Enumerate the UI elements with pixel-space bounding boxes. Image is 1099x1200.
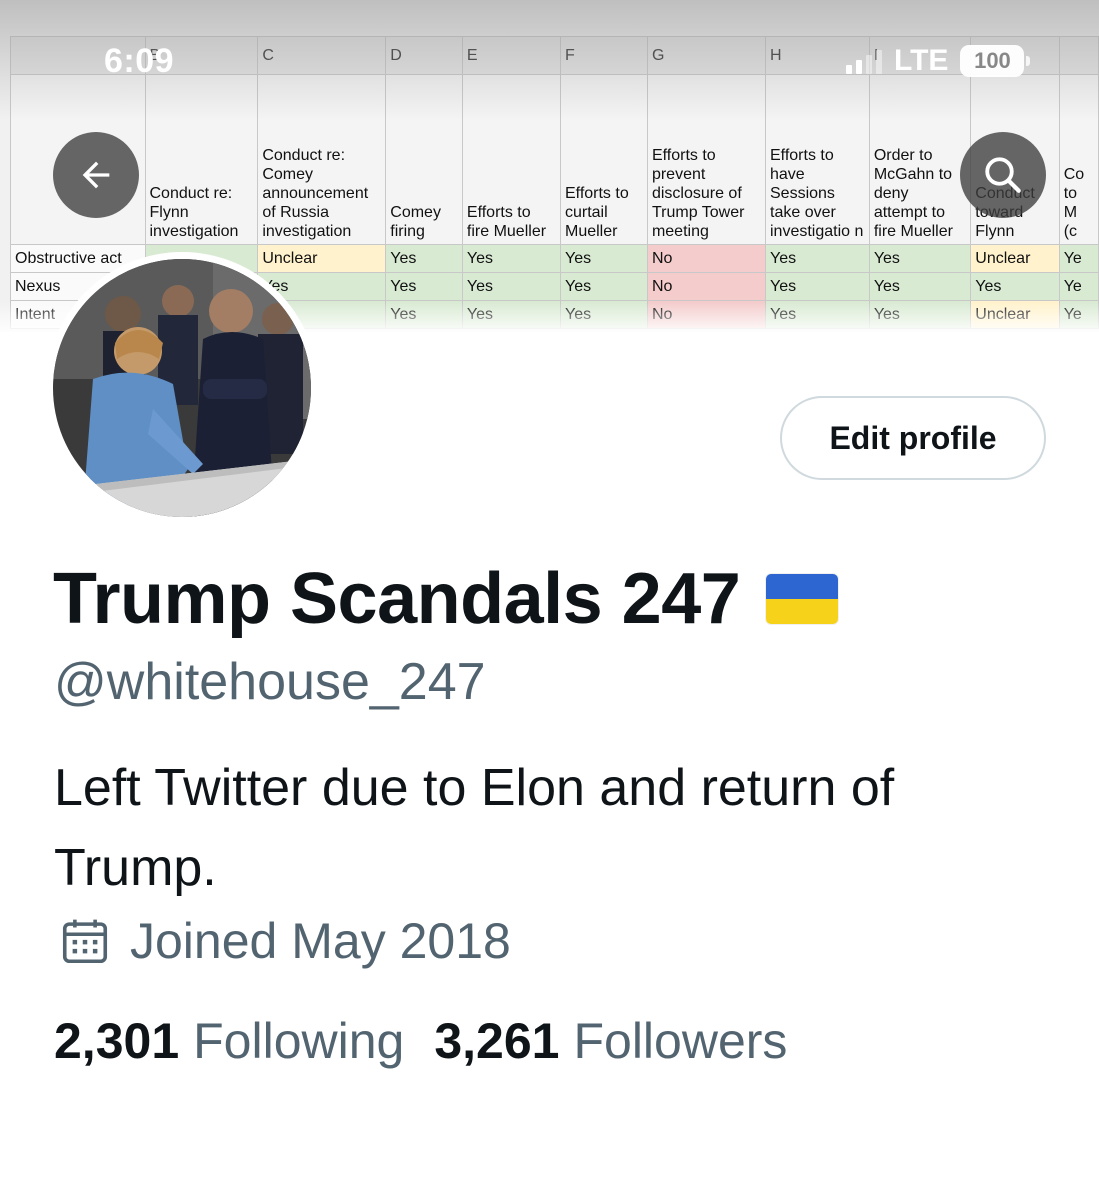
followers-link[interactable]: 3,261 Followers bbox=[434, 1012, 787, 1070]
name-row: Trump Scandals 247 bbox=[53, 558, 839, 640]
header-cell: Conduct re: Comey announcement of Russia… bbox=[257, 74, 387, 245]
column-letter: E bbox=[461, 36, 561, 75]
status-time: 6:09 bbox=[104, 42, 175, 80]
calendar-icon bbox=[62, 919, 108, 964]
status-indicators: LTE 100 bbox=[846, 44, 1031, 78]
sheet-cell: Yes bbox=[559, 244, 648, 273]
header-cell: Efforts to fire Mueller bbox=[461, 74, 561, 245]
joined-row: Joined May 2018 bbox=[58, 912, 511, 970]
header-cell: Conduct re: Flynn investigation bbox=[144, 74, 259, 245]
sheet-cell: Yes bbox=[461, 244, 561, 273]
sheet-cell: Yes bbox=[461, 272, 561, 301]
header-cell: Efforts to prevent disclosure of Trump T… bbox=[646, 74, 767, 245]
battery-icon: 100 bbox=[960, 45, 1031, 77]
column-letter: F bbox=[559, 36, 648, 75]
sheet-cell: Yes bbox=[385, 272, 463, 301]
battery-level: 100 bbox=[974, 48, 1011, 73]
sheet-cell: Unclear bbox=[970, 244, 1060, 273]
header-cell: Co to M (c bbox=[1058, 74, 1099, 245]
sheet-cell: Ye bbox=[1058, 244, 1099, 273]
column-letter bbox=[1058, 36, 1099, 75]
following-count: 2,301 bbox=[54, 1013, 180, 1069]
header-row: Conduct re: Flynn investigation Conduct … bbox=[10, 74, 1099, 245]
avatar-photo bbox=[53, 259, 311, 517]
header-cell: Efforts to curtail Mueller bbox=[559, 74, 648, 245]
username-handle: @whitehouse_247 bbox=[54, 653, 486, 711]
joined-date: Joined May 2018 bbox=[130, 913, 511, 969]
profile-avatar[interactable] bbox=[46, 252, 318, 524]
follow-stats: 2,301 Following 3,261 Followers bbox=[54, 1012, 787, 1070]
column-letter: D bbox=[385, 36, 463, 75]
sheet-cell: No bbox=[646, 244, 767, 273]
sheet-cell: Yes bbox=[765, 272, 870, 301]
following-link[interactable]: 2,301 Following bbox=[54, 1012, 404, 1070]
sheet-cell: No bbox=[646, 272, 767, 301]
network-type: LTE bbox=[894, 44, 949, 77]
sheet-cell: Yes bbox=[868, 244, 972, 273]
column-letter: C bbox=[257, 36, 387, 75]
header-cell: Comey firing bbox=[385, 74, 463, 245]
followers-label: Followers bbox=[573, 1013, 788, 1069]
edit-profile-button[interactable]: Edit profile bbox=[780, 396, 1046, 480]
display-name: Trump Scandals 247 bbox=[53, 559, 741, 639]
sheet-cell: Yes bbox=[765, 244, 870, 273]
header-cell: Order to McGahn to deny attempt to fire … bbox=[868, 74, 972, 245]
sheet-cell: Yes bbox=[868, 272, 972, 301]
column-letter: G bbox=[646, 36, 767, 75]
following-label: Following bbox=[193, 1013, 405, 1069]
search-button[interactable] bbox=[960, 132, 1046, 218]
search-icon bbox=[985, 157, 1021, 193]
sheet-cell: Yes bbox=[559, 272, 648, 301]
profile-bio: Left Twitter due to Elon and return of T… bbox=[54, 759, 895, 897]
sheet-cell: Ye bbox=[1058, 272, 1099, 301]
back-button[interactable] bbox=[53, 132, 139, 218]
sheet-cell: Yes bbox=[970, 272, 1060, 301]
header-cell: Efforts to have Sessions take over inves… bbox=[765, 74, 870, 245]
ukraine-flag-icon bbox=[766, 574, 839, 624]
arrow-left-icon bbox=[82, 161, 110, 189]
followers-count: 3,261 bbox=[434, 1013, 560, 1069]
sheet-cell: Unclear bbox=[257, 244, 387, 273]
sheet-cell: Yes bbox=[385, 244, 463, 273]
signal-icon bbox=[846, 48, 882, 74]
